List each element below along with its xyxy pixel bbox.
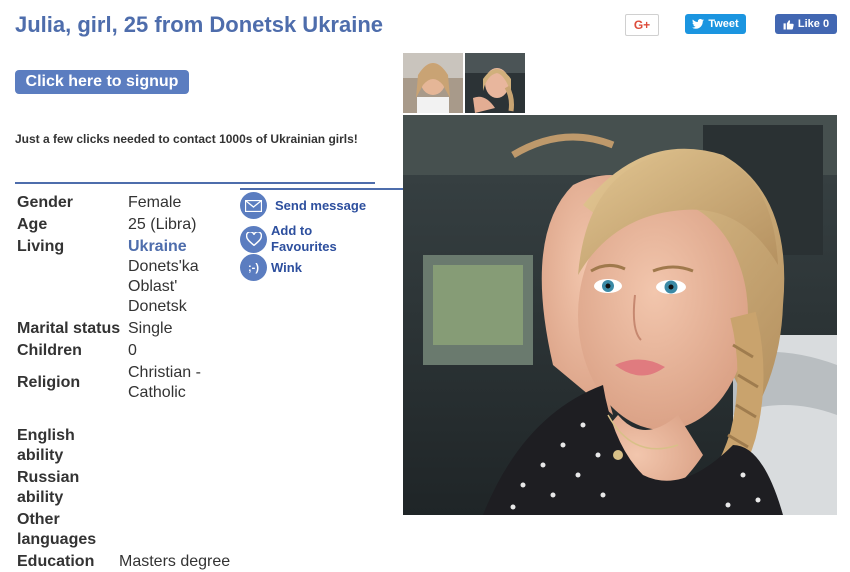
education-value: Masters degree [119,553,231,570]
country-link[interactable]: Ukraine [128,237,187,257]
children-value: 0 [128,342,137,359]
wink-action[interactable]: ;-) Wink [240,254,302,281]
add-to-favourites-link[interactable]: Add to Favourites [271,223,351,255]
like-label: Like 0 [797,18,830,30]
signup-tagline: Just a few clicks needed to contact 1000… [15,132,358,146]
tweet-label: Tweet [708,18,739,30]
city-value: Donetsk [128,298,187,315]
english-ability-label: English ability [17,427,75,464]
religion-value: Christian - Catholic [128,364,201,401]
divider [15,182,375,184]
twitter-bird-icon [692,19,705,29]
age-label: Age [17,216,48,233]
envelope-icon [240,192,267,219]
tweet-button[interactable]: Tweet [685,14,746,34]
google-plus-button[interactable]: G+ [625,14,659,36]
age-value: 25 (Libra) [128,216,197,233]
gender-label: Gender [17,194,74,211]
signup-button[interactable]: Click here to signup [15,70,189,94]
marital-status-label: Marital status [17,320,121,337]
russian-ability-label: Russian ability [17,469,80,506]
photo-thumbnail-1[interactable] [403,53,463,113]
other-languages-label: Other languages [17,511,97,548]
children-label: Children [17,342,82,359]
add-to-favourites-action[interactable]: Add to Favourites [240,223,351,255]
region-value: Donets'ka Oblast' [128,258,199,295]
photo-thumbnail-2[interactable] [465,53,525,113]
living-label: Living [17,238,65,255]
page-title: Julia, girl, 25 from Donetsk Ukraine [15,12,384,37]
wink-icon: ;-) [240,254,267,281]
education-label: Education [17,553,95,570]
thumbs-up-icon [783,19,794,29]
religion-label: Religion [17,374,81,391]
marital-status-value: Single [128,320,173,337]
facebook-like-button[interactable]: Like 0 [775,14,837,34]
main-profile-photo[interactable] [403,115,837,515]
gender-value: Female [128,194,182,211]
send-message-action[interactable]: Send message [240,192,366,219]
google-plus-label: G+ [633,18,651,32]
wink-link[interactable]: Wink [271,260,302,276]
wink-glyph: ;-) [248,261,259,274]
send-message-link[interactable]: Send message [275,198,366,214]
heart-icon [240,225,267,253]
